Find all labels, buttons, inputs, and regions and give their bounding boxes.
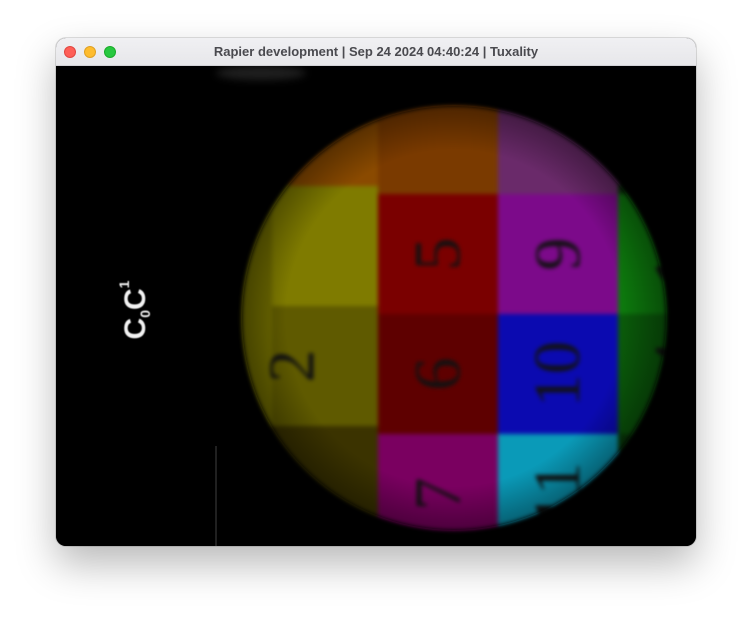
title-bar[interactable]: Rapier development | Sep 24 2024 04:40:2… <box>56 38 696 66</box>
grid-cell-7: 7 <box>378 434 498 530</box>
grid-cell-10: 10 <box>498 314 618 434</box>
grid-cell <box>618 106 666 194</box>
label-subscript: 0 <box>137 310 153 318</box>
app-window: Rapier development | Sep 24 2024 04:40:2… <box>56 38 696 546</box>
grid-cell-2: 2 <box>242 306 352 426</box>
label-base-2: C <box>119 288 152 310</box>
grid-cell-3: 3 <box>242 426 332 530</box>
grid-cell <box>498 106 618 194</box>
cell-number: 10 <box>521 341 594 407</box>
cell-number: 3 <box>242 469 308 503</box>
grid-cell <box>272 186 392 306</box>
grid-cell <box>378 106 498 194</box>
grid-cell-6: 6 <box>378 314 498 434</box>
grid-cell-12: 12 <box>618 194 666 314</box>
light-glint <box>216 66 306 80</box>
cell-number: 5 <box>401 237 474 271</box>
camera-label: C0C1 <box>106 270 166 350</box>
cell-number: 11 <box>521 462 594 526</box>
label-superscript: 1 <box>116 280 132 289</box>
label-base: C <box>119 317 152 340</box>
cell-number: 2 <box>255 349 328 383</box>
grid-cell-11: 11 <box>498 434 618 530</box>
grid-cell-top-left <box>272 106 392 186</box>
cell-number: 9 <box>521 237 594 271</box>
divider-line <box>215 446 217 546</box>
render-viewport[interactable]: 5 6 7 9 10 11 12 14 15 2 3 C 0 C 1 <box>56 66 696 546</box>
cell-number: 6 <box>401 357 474 391</box>
window-title: Rapier development | Sep 24 2024 04:40:2… <box>213 44 539 59</box>
cell-number: 12 <box>641 221 666 287</box>
scene: 5 6 7 9 10 11 12 14 15 2 3 C 0 C 1 <box>56 66 696 546</box>
grid-cell-9: 9 <box>498 194 618 314</box>
grid-cell-15: 15 <box>618 434 666 530</box>
cell-number: 14 <box>641 341 666 407</box>
cell-number: 7 <box>401 477 474 511</box>
cell-number: 15 <box>641 461 666 527</box>
grid-cell-14: 14 <box>618 314 666 434</box>
lens-view: 5 6 7 9 10 11 12 14 15 2 3 <box>242 106 666 530</box>
grid-cell-5: 5 <box>378 194 498 314</box>
